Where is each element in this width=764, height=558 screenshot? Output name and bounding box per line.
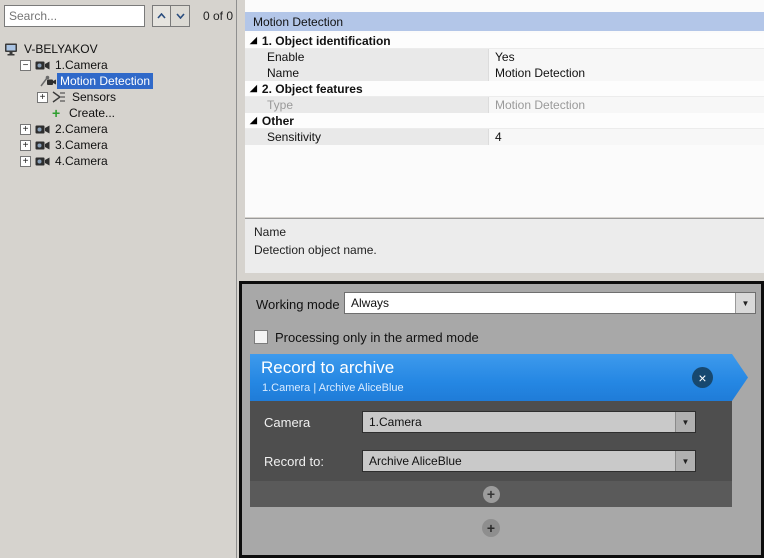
property-row-name: Name Motion Detection <box>245 65 764 81</box>
plus-icon: + <box>487 521 495 535</box>
record-to-value: Archive AliceBlue <box>363 451 675 471</box>
properties-panel-title: Motion Detection <box>245 12 764 31</box>
property-row-type: Type Motion Detection <box>245 97 764 113</box>
group-label: Other <box>262 114 294 128</box>
expand-toggle-icon[interactable]: + <box>20 140 31 151</box>
device-tree-panel: 0 of 0 V-BELYAKOV − 1.Camera <box>0 0 237 558</box>
record-to-dropdown[interactable]: Archive AliceBlue ▼ <box>362 450 696 472</box>
dropdown-arrow-icon[interactable]: ▼ <box>735 293 755 313</box>
group-expander-icon: ◢ <box>250 35 257 46</box>
search-next-button[interactable] <box>171 5 190 27</box>
camera-field-label: Camera <box>264 415 310 430</box>
tree-item-label: 1.Camera <box>52 57 111 73</box>
property-row-enable: Enable Yes <box>245 49 764 65</box>
camera-dropdown[interactable]: 1.Camera ▼ <box>362 411 696 433</box>
search-result-count: 0 of 0 <box>203 9 233 23</box>
property-value[interactable]: Yes <box>489 49 764 65</box>
rule-title: Record to archive <box>261 358 394 378</box>
camera-icon <box>35 156 52 167</box>
camera-icon <box>35 60 52 71</box>
tree-item-sensors[interactable]: + Sensors <box>0 89 236 105</box>
motion-detection-icon <box>40 75 57 87</box>
armed-mode-label: Processing only in the armed mode <box>275 330 479 345</box>
tree-item-server[interactable]: V-BELYAKOV <box>0 41 236 57</box>
search-input[interactable] <box>4 5 145 27</box>
group-expander-icon: ◢ <box>250 83 257 94</box>
page-title: Motion Detection <box>253 15 343 29</box>
rule-banner: Record to archive 1.Camera | Archive Ali… <box>250 354 748 401</box>
group-label: 2. Object features <box>262 82 363 96</box>
dropdown-arrow-icon[interactable]: ▼ <box>675 451 695 471</box>
tree-item-label: Motion Detection <box>57 73 153 89</box>
tree-item-label: 2.Camera <box>52 121 111 137</box>
property-name: Sensitivity <box>245 129 489 145</box>
computer-icon <box>4 43 21 56</box>
device-tree: V-BELYAKOV − 1.Camera Motion Detection + <box>0 41 236 169</box>
property-name: Name <box>245 65 489 81</box>
working-mode-value: Always <box>345 293 735 313</box>
chevron-up-icon <box>157 13 166 19</box>
tree-item-camera-3[interactable]: + 3.Camera <box>0 137 236 153</box>
description-title: Name <box>254 225 755 239</box>
camera-icon <box>35 140 52 151</box>
group-label: 1. Object identification <box>262 34 391 48</box>
sensors-icon <box>52 91 69 103</box>
property-value[interactable]: Motion Detection <box>489 65 764 81</box>
collapse-toggle-icon[interactable]: − <box>20 60 31 71</box>
rule-subtitle: 1.Camera | Archive AliceBlue <box>262 382 404 394</box>
camera-value: 1.Camera <box>363 412 675 432</box>
property-group-object-features[interactable]: ◢ 2. Object features <box>245 81 764 97</box>
property-name: Enable <box>245 49 489 65</box>
chevron-down-icon <box>176 13 185 19</box>
search-prev-button[interactable] <box>152 5 171 27</box>
tree-item-label: V-BELYAKOV <box>21 41 101 57</box>
expand-toggle-icon[interactable]: + <box>20 156 31 167</box>
tree-item-label: 3.Camera <box>52 137 111 153</box>
group-expander-icon: ◢ <box>250 115 257 126</box>
description-text: Detection object name. <box>254 243 755 257</box>
search-nav-buttons <box>152 5 190 27</box>
tree-item-camera-1[interactable]: − 1.Camera <box>0 57 236 73</box>
tree-item-label: 4.Camera <box>52 153 111 169</box>
property-row-sensitivity: Sensitivity 4 <box>245 129 764 145</box>
close-rule-button[interactable]: × <box>692 367 713 388</box>
property-value: Motion Detection <box>489 97 764 113</box>
tree-item-create[interactable]: + Create... <box>0 105 236 121</box>
dropdown-arrow-icon[interactable]: ▼ <box>675 412 695 432</box>
tree-item-camera-2[interactable]: + 2.Camera <box>0 121 236 137</box>
tree-item-camera-4[interactable]: + 4.Camera <box>0 153 236 169</box>
working-mode-label: Working mode <box>256 297 340 312</box>
expand-toggle-icon[interactable]: + <box>20 124 31 135</box>
property-group-other[interactable]: ◢ Other <box>245 113 764 129</box>
tree-item-label: Sensors <box>69 89 119 105</box>
detection-settings-panel: Working mode Always ▼ Processing only in… <box>239 281 764 558</box>
tree-item-motion-detection[interactable]: Motion Detection <box>0 73 236 89</box>
create-plus-icon: + <box>52 107 66 119</box>
expand-toggle-icon[interactable]: + <box>37 92 48 103</box>
tree-item-label: Create... <box>66 105 118 121</box>
application-window: 0 of 0 V-BELYAKOV − 1.Camera <box>0 0 764 558</box>
close-icon: × <box>698 370 706 386</box>
record-to-field-label: Record to: <box>264 454 324 469</box>
rule-footer: + <box>250 481 732 507</box>
property-group-object-identification[interactable]: ◢ 1. Object identification <box>245 33 764 49</box>
camera-icon <box>35 124 52 135</box>
property-value[interactable]: 4 <box>489 129 764 145</box>
property-name: Type <box>245 97 489 113</box>
rule-settings-section: Camera 1.Camera ▼ Record to: Archive Ali… <box>250 401 732 507</box>
search-bar: 0 of 0 <box>4 5 233 27</box>
working-mode-dropdown[interactable]: Always ▼ <box>344 292 756 314</box>
add-setting-button[interactable]: + <box>483 486 500 503</box>
plus-icon: + <box>487 487 495 501</box>
armed-mode-checkbox[interactable] <box>254 330 268 344</box>
add-rule-button[interactable]: + <box>482 519 500 537</box>
property-grid: ◢ 1. Object identification Enable Yes Na… <box>245 33 764 145</box>
property-description-box: Name Detection object name. <box>245 218 764 273</box>
